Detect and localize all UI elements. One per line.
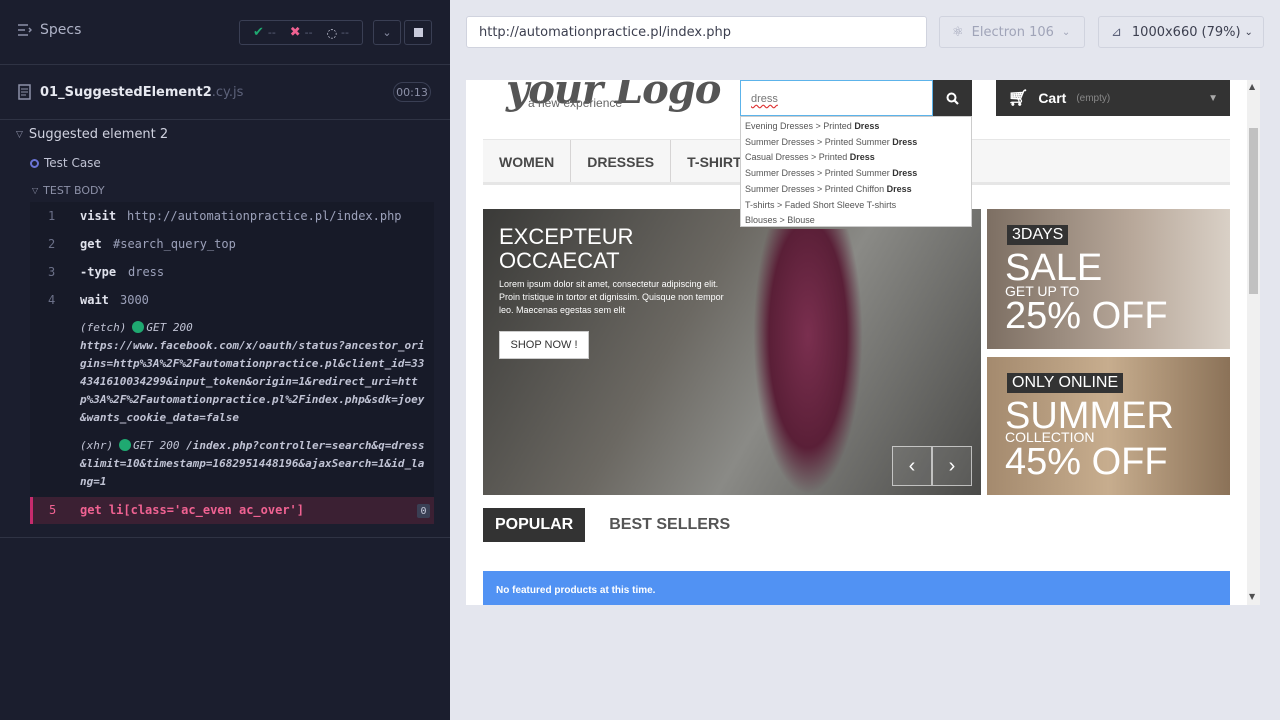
command-list: 1 visit http://automationpractice.pl/ind… [30,202,434,524]
test-title[interactable]: Test Case [30,156,101,170]
cart-icon: 🛒︎ [1008,90,1029,107]
shop-now-button[interactable]: SHOP NOW ! [499,331,589,359]
scrollbar-thumb[interactable] [1249,128,1258,294]
homepage-slider[interactable]: EXCEPTEUR OCCAECAT Lorem ipsum dolor sit … [483,209,981,495]
sale-banner[interactable]: 3DAYS SALE GET UP TO 25% OFF [987,209,1230,349]
suggestion-item[interactable]: Casual Dresses > Printed Dress [745,150,967,166]
scroll-up-icon[interactable]: ▲ [1249,82,1255,91]
tab-best-sellers[interactable]: BEST SELLERS [597,508,742,542]
status-dot-icon [132,321,145,333]
aut-scrollbar[interactable]: ▲ ▼ [1247,80,1260,605]
passed-stat: ✔ -- [252,25,276,40]
autocomplete-list: Evening Dresses > Printed Dress Summer D… [740,116,972,227]
chevron-down-icon: ▽ [16,129,23,140]
duration-badge: 00:13 [393,82,431,102]
menu-item-women[interactable]: WOMEN [483,140,572,182]
pending-stat: ◌ -- [326,25,349,40]
product-tabs: POPULAR BEST SELLERS [483,508,742,542]
chevron-down-icon: ⌄ [1061,26,1071,38]
electron-icon: ⚛ [952,24,964,40]
suggestion-item[interactable]: Evening Dresses > Printed Dress [745,119,967,135]
xhr-log-entry[interactable]: (xhr) GET 200 /index.php?controller=searc… [80,437,430,491]
check-icon: ✔ [252,25,264,40]
viewport-selector[interactable]: ⊿ 1000x660 (79%) ⌄ [1098,16,1264,48]
chevron-down-icon: ⌄ [382,26,392,39]
logo-tagline: a new experience [528,96,623,110]
search-button[interactable] [933,80,972,116]
suggestion-item[interactable]: Summer Dresses > Printed Summer Dress [745,135,967,151]
command-row[interactable]: 2 get #search_query_top [30,230,434,258]
app-under-test: your Logo a new experience dress 🛒︎ Cart… [466,80,1260,605]
suite-title[interactable]: ▽ Suggested element 2 [16,127,168,142]
tab-popular[interactable]: POPULAR [483,508,586,542]
test-body-section[interactable]: ▽ TEST BODY [32,184,105,197]
specs-toggle[interactable]: Specs [18,22,81,38]
spec-file-row: 01_SuggestedElement2.cy.js [0,66,450,120]
element-count-badge: 0 [417,504,430,518]
browser-selector[interactable]: ⚛ Electron 106 ⌄ [939,16,1085,48]
chevron-down-icon: ⌄ [1244,26,1253,38]
failing-command-row[interactable]: 5 get li[class='ac_even ac_over'] 0 [30,497,434,524]
pending-circle-icon [30,158,39,168]
x-icon: ✖ [289,25,301,40]
spec-file-name[interactable]: 01_SuggestedElement2.cy.js [40,85,243,100]
specs-label: Specs [40,22,82,38]
cart-button[interactable]: 🛒︎ Cart (empty) ▼ [996,80,1230,116]
stop-button[interactable] [404,20,432,45]
url-bar[interactable]: http://automationpractice.pl/index.php [466,16,927,48]
summer-banner[interactable]: ONLY ONLINE SUMMER COLLECTION 45% OFF [987,357,1230,495]
command-row[interactable]: 3 -type dress [30,258,434,286]
info-alert: No featured products at this time. [483,571,1230,605]
chevron-down-icon: ▽ [32,186,39,195]
status-dot-icon [119,439,132,451]
command-log-panel: Specs ✔ -- ✖ -- ◌ -- ⌄ 01_SuggestedElement2… [0,0,450,720]
suggestion-item[interactable]: Summer Dresses > Printed Chiffon Dress [745,182,967,198]
failed-stat: ✖ -- [289,25,313,40]
command-row[interactable]: 4 wait 3000 [30,286,434,314]
chevron-left-icon[interactable]: ‹ [892,446,932,486]
list-icon [18,24,32,36]
test-stats: ✔ -- ✖ -- ◌ -- [239,20,363,45]
suggestion-item[interactable]: Summer Dresses > Printed Summer Dress [745,166,967,182]
ruler-icon: ⊿ [1111,24,1122,40]
scroll-down-icon[interactable]: ▼ [1249,592,1255,601]
stop-icon [413,28,423,37]
caret-down-icon: ▼ [1208,92,1218,104]
menu-item-dresses[interactable]: DRESSES [571,140,672,182]
file-icon [18,84,31,100]
chevron-right-icon[interactable]: › [932,446,972,486]
search-icon [946,92,959,105]
suggestion-item[interactable]: T-shirts > Faded Short Sleeve T-shirts [745,198,967,214]
search-input[interactable]: dress [740,80,933,116]
slider-image [753,229,863,495]
command-row[interactable]: 1 visit http://automationpractice.pl/ind… [30,202,434,230]
slider-title: EXCEPTEUR OCCAECAT [499,224,634,273]
slider-text: Lorem ipsum dolor sit amet, consectetur … [499,279,724,315]
specs-header: Specs ✔ -- ✖ -- ◌ -- ⌄ [0,0,450,65]
fetch-log-entry[interactable]: (fetch) GET 200 https://www.facebook.com/… [80,319,430,427]
spinner-icon: ◌ [326,25,338,40]
collapse-button[interactable]: ⌄ [373,20,401,45]
slider-arrows: ‹ › [892,446,972,486]
divider [0,537,450,538]
suggestion-item[interactable]: Blouses > Blouse [745,213,967,229]
